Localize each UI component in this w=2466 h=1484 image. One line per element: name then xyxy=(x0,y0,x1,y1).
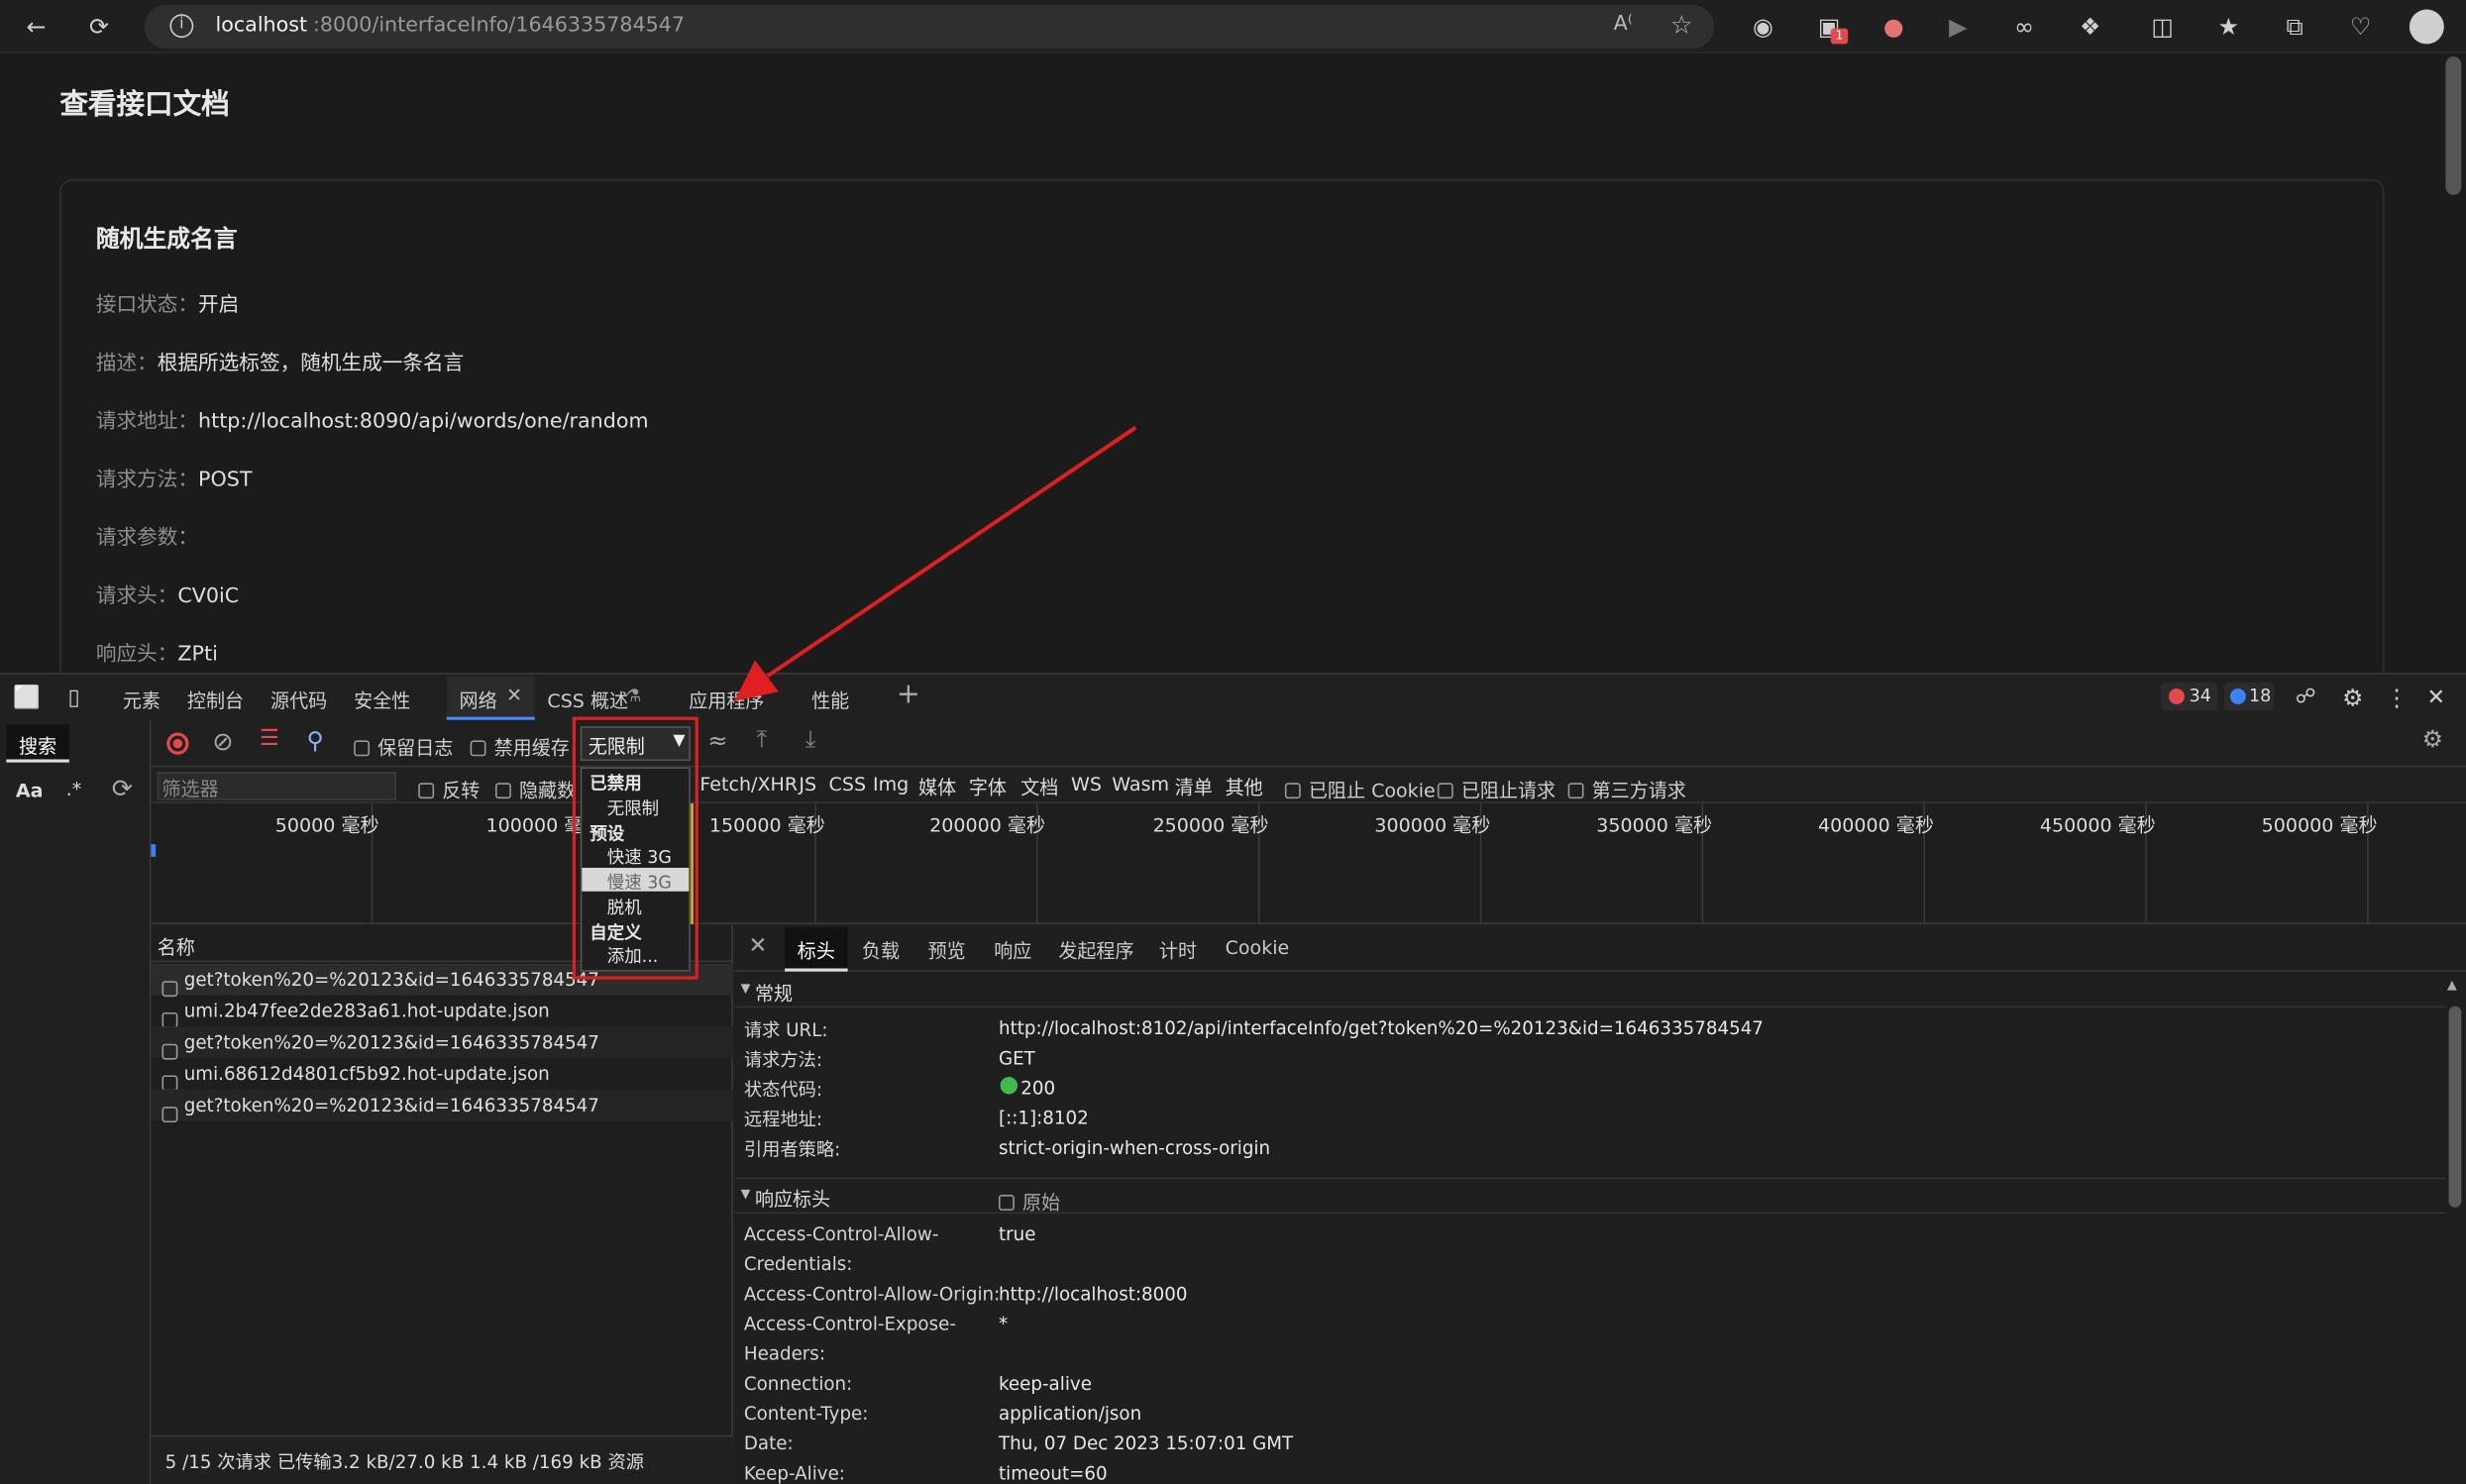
annotation-arrow xyxy=(734,425,1137,701)
